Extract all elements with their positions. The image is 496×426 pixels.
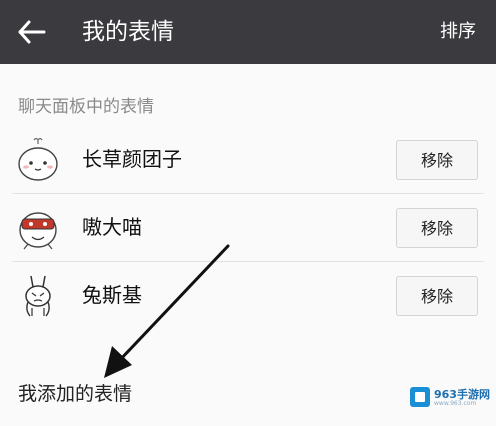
sort-button[interactable]: 排序 xyxy=(440,19,476,45)
list-item: 长草颜团子 移除 xyxy=(0,126,496,194)
remove-button[interactable]: 移除 xyxy=(396,208,478,248)
sticker-thumbnail-icon xyxy=(18,137,58,181)
list-item: 嗷大喵 移除 xyxy=(0,194,496,262)
remove-button[interactable]: 移除 xyxy=(396,276,478,316)
back-button[interactable] xyxy=(14,16,50,48)
page-title: 我的表情 xyxy=(82,19,174,45)
sticker-name: 兔斯基 xyxy=(82,283,142,307)
section-title-added: 我添加的表情 xyxy=(18,383,133,405)
sticker-name: 嗷大喵 xyxy=(82,215,142,239)
sticker-thumbnail-icon xyxy=(25,275,51,317)
arrow-left-icon xyxy=(18,20,46,44)
watermark-logo-icon xyxy=(410,387,430,407)
remove-button[interactable]: 移除 xyxy=(396,140,478,180)
watermark-subtext: www.963.com xyxy=(434,400,477,407)
list-item: 兔斯基 移除 xyxy=(0,262,496,330)
sticker-name: 长草颜团子 xyxy=(82,147,182,171)
watermark: 963手游网 www.963.com xyxy=(410,384,490,414)
section-title-chat-panel: 聊天面板中的表情 xyxy=(18,97,154,117)
top-bar: 我的表情 排序 xyxy=(0,0,496,64)
sticker-thumbnail-icon xyxy=(19,212,57,250)
